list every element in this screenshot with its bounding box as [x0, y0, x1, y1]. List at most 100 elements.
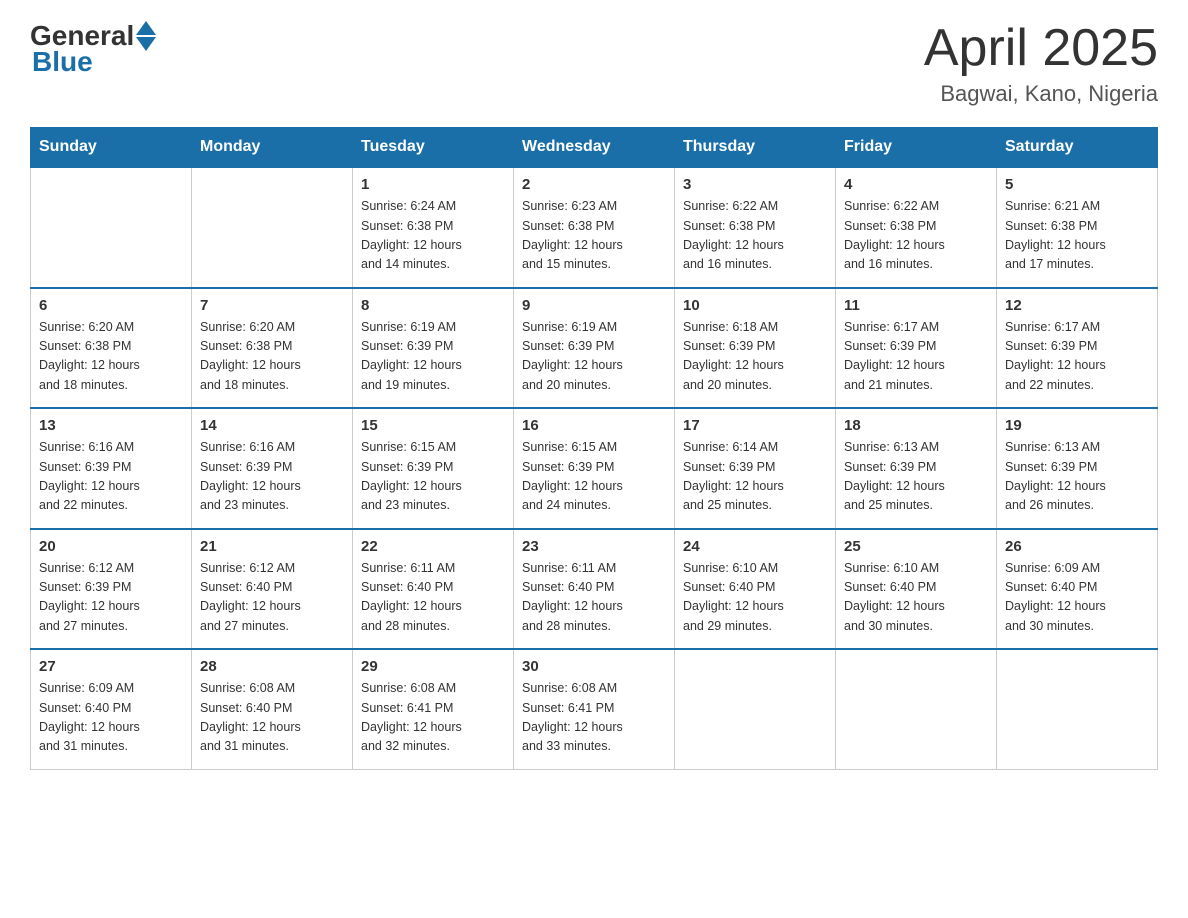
calendar-cell: 20 Sunrise: 6:12 AMSunset: 6:39 PMDayligh… — [31, 529, 192, 650]
logo-text-blue: Blue — [32, 46, 93, 78]
day-info: Sunrise: 6:10 AMSunset: 6:40 PMDaylight:… — [844, 559, 988, 637]
day-info: Sunrise: 6:09 AMSunset: 6:40 PMDaylight:… — [1005, 559, 1149, 637]
day-info: Sunrise: 6:12 AMSunset: 6:40 PMDaylight:… — [200, 559, 344, 637]
day-number: 6 — [39, 297, 183, 314]
day-number: 14 — [200, 417, 344, 434]
day-number: 29 — [361, 658, 505, 675]
month-title: April 2025 — [924, 20, 1158, 77]
calendar-cell: 8 Sunrise: 6:19 AMSunset: 6:39 PMDaylight… — [353, 288, 514, 409]
calendar-cell: 23Sunrise: 6:11 AMSunset: 6:40 PMDayligh… — [514, 529, 675, 650]
day-number: 24 — [683, 538, 827, 555]
day-number: 15 — [361, 417, 505, 434]
calendar-cell: 29 Sunrise: 6:08 AMSunset: 6:41 PMDayligh… — [353, 649, 514, 769]
day-number: 20 — [39, 538, 183, 555]
day-info: Sunrise: 6:24 AMSunset: 6:38 PMDaylight:… — [361, 197, 505, 275]
calendar-cell — [675, 649, 836, 769]
week-row-3: 13 Sunrise: 6:16 AMSunset: 6:39 PMDayligh… — [31, 408, 1158, 529]
calendar-cell — [192, 167, 353, 288]
calendar-cell: 19 Sunrise: 6:13 AMSunset: 6:39 PMDayligh… — [997, 408, 1158, 529]
day-number: 18 — [844, 417, 988, 434]
day-number: 7 — [200, 297, 344, 314]
weekday-header-sunday: Sunday — [31, 128, 192, 168]
day-info: Sunrise: 6:13 AMSunset: 6:39 PMDaylight:… — [844, 438, 988, 516]
calendar-cell: 3 Sunrise: 6:22 AMSunset: 6:38 PMDaylight… — [675, 167, 836, 288]
day-number: 11 — [844, 297, 988, 314]
day-number: 28 — [200, 658, 344, 675]
weekday-header-thursday: Thursday — [675, 128, 836, 168]
day-info: Sunrise: 6:19 AMSunset: 6:39 PMDaylight:… — [522, 318, 666, 396]
calendar-cell: 30Sunrise: 6:08 AMSunset: 6:41 PMDayligh… — [514, 649, 675, 769]
weekday-header-wednesday: Wednesday — [514, 128, 675, 168]
day-info: Sunrise: 6:08 AMSunset: 6:41 PMDaylight:… — [522, 679, 666, 757]
calendar-cell: 15 Sunrise: 6:15 AMSunset: 6:39 PMDayligh… — [353, 408, 514, 529]
location-title: Bagwai, Kano, Nigeria — [924, 81, 1158, 107]
weekday-row: SundayMondayTuesdayWednesdayThursdayFrid… — [31, 128, 1158, 168]
weekday-header-saturday: Saturday — [997, 128, 1158, 168]
calendar-cell: 9 Sunrise: 6:19 AMSunset: 6:39 PMDaylight… — [514, 288, 675, 409]
calendar-cell — [31, 167, 192, 288]
day-info: Sunrise: 6:20 AMSunset: 6:38 PMDaylight:… — [39, 318, 183, 396]
day-number: 22 — [361, 538, 505, 555]
calendar-cell: 12 Sunrise: 6:17 AMSunset: 6:39 PMDayligh… — [997, 288, 1158, 409]
calendar-cell: 25Sunrise: 6:10 AMSunset: 6:40 PMDayligh… — [836, 529, 997, 650]
day-info: Sunrise: 6:10 AMSunset: 6:40 PMDaylight:… — [683, 559, 827, 637]
calendar-cell: 28 Sunrise: 6:08 AMSunset: 6:40 PMDayligh… — [192, 649, 353, 769]
calendar-cell: 16Sunrise: 6:15 AMSunset: 6:39 PMDayligh… — [514, 408, 675, 529]
calendar-body: 1Sunrise: 6:24 AMSunset: 6:38 PMDaylight… — [31, 167, 1158, 769]
day-number: 12 — [1005, 297, 1149, 314]
day-info: Sunrise: 6:15 AMSunset: 6:39 PMDaylight:… — [361, 438, 505, 516]
day-info: Sunrise: 6:14 AMSunset: 6:39 PMDaylight:… — [683, 438, 827, 516]
day-info: Sunrise: 6:08 AMSunset: 6:41 PMDaylight:… — [361, 679, 505, 757]
calendar-cell: 24 Sunrise: 6:10 AMSunset: 6:40 PMDayligh… — [675, 529, 836, 650]
day-number: 3 — [683, 176, 827, 193]
day-number: 10 — [683, 297, 827, 314]
day-number: 9 — [522, 297, 666, 314]
title-section: April 2025 Bagwai, Kano, Nigeria — [924, 20, 1158, 107]
day-info: Sunrise: 6:08 AMSunset: 6:40 PMDaylight:… — [200, 679, 344, 757]
calendar-header: SundayMondayTuesdayWednesdayThursdayFrid… — [31, 128, 1158, 168]
day-number: 4 — [844, 176, 988, 193]
day-number: 8 — [361, 297, 505, 314]
day-number: 13 — [39, 417, 183, 434]
calendar-cell: 17 Sunrise: 6:14 AMSunset: 6:39 PMDayligh… — [675, 408, 836, 529]
day-info: Sunrise: 6:22 AMSunset: 6:38 PMDaylight:… — [844, 197, 988, 275]
calendar-table: SundayMondayTuesdayWednesdayThursdayFrid… — [30, 127, 1158, 770]
calendar-cell: 13 Sunrise: 6:16 AMSunset: 6:39 PMDayligh… — [31, 408, 192, 529]
day-number: 21 — [200, 538, 344, 555]
week-row-2: 6 Sunrise: 6:20 AMSunset: 6:38 PMDaylight… — [31, 288, 1158, 409]
day-number: 26 — [1005, 538, 1149, 555]
day-info: Sunrise: 6:09 AMSunset: 6:40 PMDaylight:… — [39, 679, 183, 757]
day-info: Sunrise: 6:15 AMSunset: 6:39 PMDaylight:… — [522, 438, 666, 516]
day-info: Sunrise: 6:12 AMSunset: 6:39 PMDaylight:… — [39, 559, 183, 637]
calendar-cell: 21 Sunrise: 6:12 AMSunset: 6:40 PMDayligh… — [192, 529, 353, 650]
day-info: Sunrise: 6:16 AMSunset: 6:39 PMDaylight:… — [200, 438, 344, 516]
day-info: Sunrise: 6:19 AMSunset: 6:39 PMDaylight:… — [361, 318, 505, 396]
calendar-cell: 2Sunrise: 6:23 AMSunset: 6:38 PMDaylight… — [514, 167, 675, 288]
calendar-cell — [997, 649, 1158, 769]
day-number: 19 — [1005, 417, 1149, 434]
calendar-cell: 11 Sunrise: 6:17 AMSunset: 6:39 PMDayligh… — [836, 288, 997, 409]
calendar-cell: 10Sunrise: 6:18 AMSunset: 6:39 PMDayligh… — [675, 288, 836, 409]
calendar-cell: 14 Sunrise: 6:16 AMSunset: 6:39 PMDayligh… — [192, 408, 353, 529]
calendar-cell: 6 Sunrise: 6:20 AMSunset: 6:38 PMDaylight… — [31, 288, 192, 409]
calendar-cell — [836, 649, 997, 769]
day-info: Sunrise: 6:11 AMSunset: 6:40 PMDaylight:… — [522, 559, 666, 637]
calendar-cell: 4 Sunrise: 6:22 AMSunset: 6:38 PMDaylight… — [836, 167, 997, 288]
day-info: Sunrise: 6:20 AMSunset: 6:38 PMDaylight:… — [200, 318, 344, 396]
day-number: 2 — [522, 176, 666, 193]
weekday-header-friday: Friday — [836, 128, 997, 168]
day-info: Sunrise: 6:16 AMSunset: 6:39 PMDaylight:… — [39, 438, 183, 516]
week-row-4: 20 Sunrise: 6:12 AMSunset: 6:39 PMDayligh… — [31, 529, 1158, 650]
calendar-cell: 22Sunrise: 6:11 AMSunset: 6:40 PMDayligh… — [353, 529, 514, 650]
calendar-cell: 26 Sunrise: 6:09 AMSunset: 6:40 PMDayligh… — [997, 529, 1158, 650]
day-info: Sunrise: 6:17 AMSunset: 6:39 PMDaylight:… — [844, 318, 988, 396]
day-number: 17 — [683, 417, 827, 434]
day-info: Sunrise: 6:22 AMSunset: 6:38 PMDaylight:… — [683, 197, 827, 275]
day-number: 5 — [1005, 176, 1149, 193]
day-info: Sunrise: 6:13 AMSunset: 6:39 PMDaylight:… — [1005, 438, 1149, 516]
day-number: 27 — [39, 658, 183, 675]
logo: General Blue — [30, 20, 156, 78]
day-info: Sunrise: 6:17 AMSunset: 6:39 PMDaylight:… — [1005, 318, 1149, 396]
week-row-5: 27 Sunrise: 6:09 AMSunset: 6:40 PMDayligh… — [31, 649, 1158, 769]
calendar-cell: 1Sunrise: 6:24 AMSunset: 6:38 PMDaylight… — [353, 167, 514, 288]
